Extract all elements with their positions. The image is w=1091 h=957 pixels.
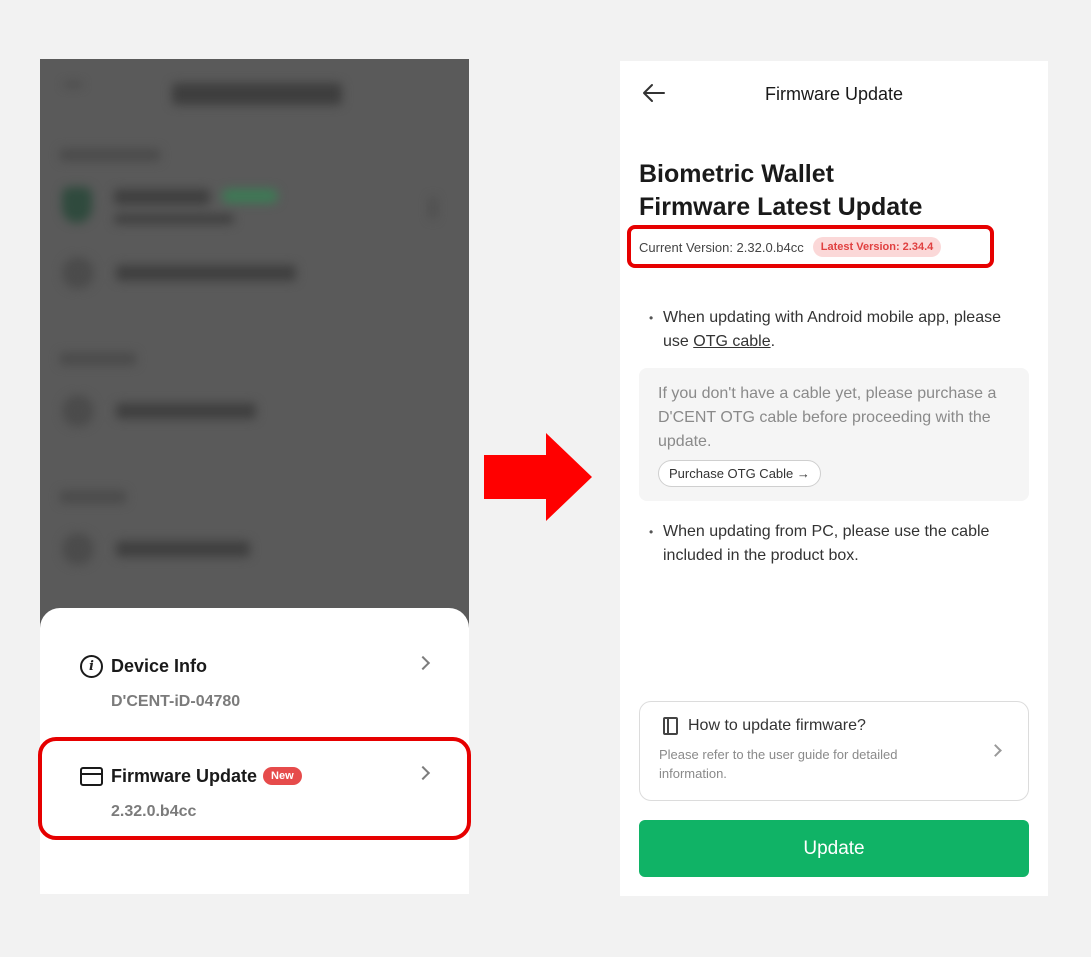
info-icon: i: [80, 654, 103, 678]
blurred-add-icon: [62, 533, 94, 565]
blurred-section-label: [60, 353, 136, 365]
device-id: D'CENT-iD-04780: [111, 693, 241, 710]
right-phone-screen: Firmware Update Biometric Wallet Firmwar…: [620, 61, 1048, 896]
blurred-add-icon: [62, 257, 94, 289]
device-info-title: Device Info: [111, 655, 208, 676]
blurred-section-label: [60, 491, 126, 503]
cable-note-box: If you don't have a cable yet, please pu…: [639, 368, 1029, 501]
blurred-item-label: [116, 265, 296, 281]
page-heading: Biometric Wallet Firmware Latest Update: [639, 158, 922, 224]
cable-note-text: If you don't have a cable yet, please pu…: [658, 385, 997, 450]
chevron-right-icon: [989, 744, 1002, 757]
update-button[interactable]: Update: [639, 820, 1029, 877]
otg-cable-link[interactable]: OTG cable: [693, 333, 770, 350]
pc-instruction: When updating from PC, please use the ca…: [649, 520, 1019, 568]
highlight-box-version: [627, 225, 994, 268]
android-instruction: When updating with Android mobile app, p…: [649, 306, 1019, 354]
blurred-wallet-sub: [114, 214, 234, 224]
purchase-otg-cable-button[interactable]: Purchase OTG Cable →: [658, 460, 821, 487]
heading-line-2: Firmware Latest Update: [639, 193, 923, 221]
nav-title: Firmware Update: [764, 84, 904, 104]
blurred-shield-icon: [62, 187, 92, 223]
blurred-section-label: [60, 149, 160, 161]
blurred-item-label: [116, 403, 256, 419]
blurred-add-icon: [62, 395, 94, 427]
book-icon: [663, 717, 678, 735]
android-instruction-end: .: [770, 333, 776, 350]
guide-title: How to update firmware?: [688, 717, 866, 734]
blurred-badge: [222, 189, 278, 203]
blurred-title: [172, 83, 342, 105]
highlight-box-firmware-row: [38, 737, 471, 840]
device-info-row[interactable]: i Device Info D'CENT-iD-04780: [80, 653, 431, 711]
blurred-item-label: [116, 541, 250, 557]
blurred-more-icon: [430, 197, 436, 219]
right-arrow-icon: [484, 433, 592, 521]
blurred-wallet-name: [114, 189, 210, 205]
heading-line-1: Biometric Wallet: [639, 160, 834, 188]
guide-subtitle: Please refer to the user guide for detai…: [659, 747, 898, 781]
update-guide-card[interactable]: How to update firmware? Please refer to …: [639, 701, 1029, 801]
blurred-back-icon: [64, 83, 82, 97]
